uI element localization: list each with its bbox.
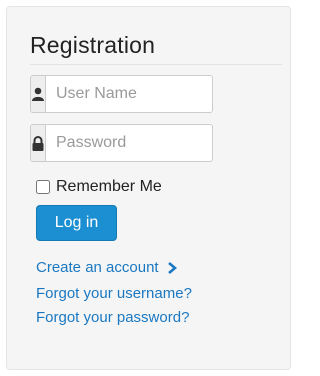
remember-me-checkbox[interactable] bbox=[36, 180, 50, 194]
remember-me[interactable]: Remember Me bbox=[36, 178, 162, 196]
password-input-group bbox=[30, 124, 213, 162]
username-input[interactable] bbox=[46, 76, 212, 112]
title-divider bbox=[30, 64, 282, 65]
lock-icon bbox=[31, 125, 46, 161]
forgot-username-link[interactable]: Forgot your username? bbox=[36, 285, 192, 302]
create-account-label: Create an account bbox=[36, 259, 159, 276]
remember-me-label: Remember Me bbox=[56, 178, 162, 195]
chevron-right-icon bbox=[167, 261, 177, 274]
user-icon bbox=[31, 76, 46, 112]
form-title: Registration bbox=[30, 32, 156, 58]
create-account-link[interactable]: Create an account bbox=[36, 259, 177, 276]
login-button[interactable]: Log in bbox=[36, 205, 117, 241]
password-input[interactable] bbox=[46, 125, 212, 161]
username-input-group bbox=[30, 75, 213, 113]
forgot-password-link[interactable]: Forgot your password? bbox=[36, 309, 189, 326]
